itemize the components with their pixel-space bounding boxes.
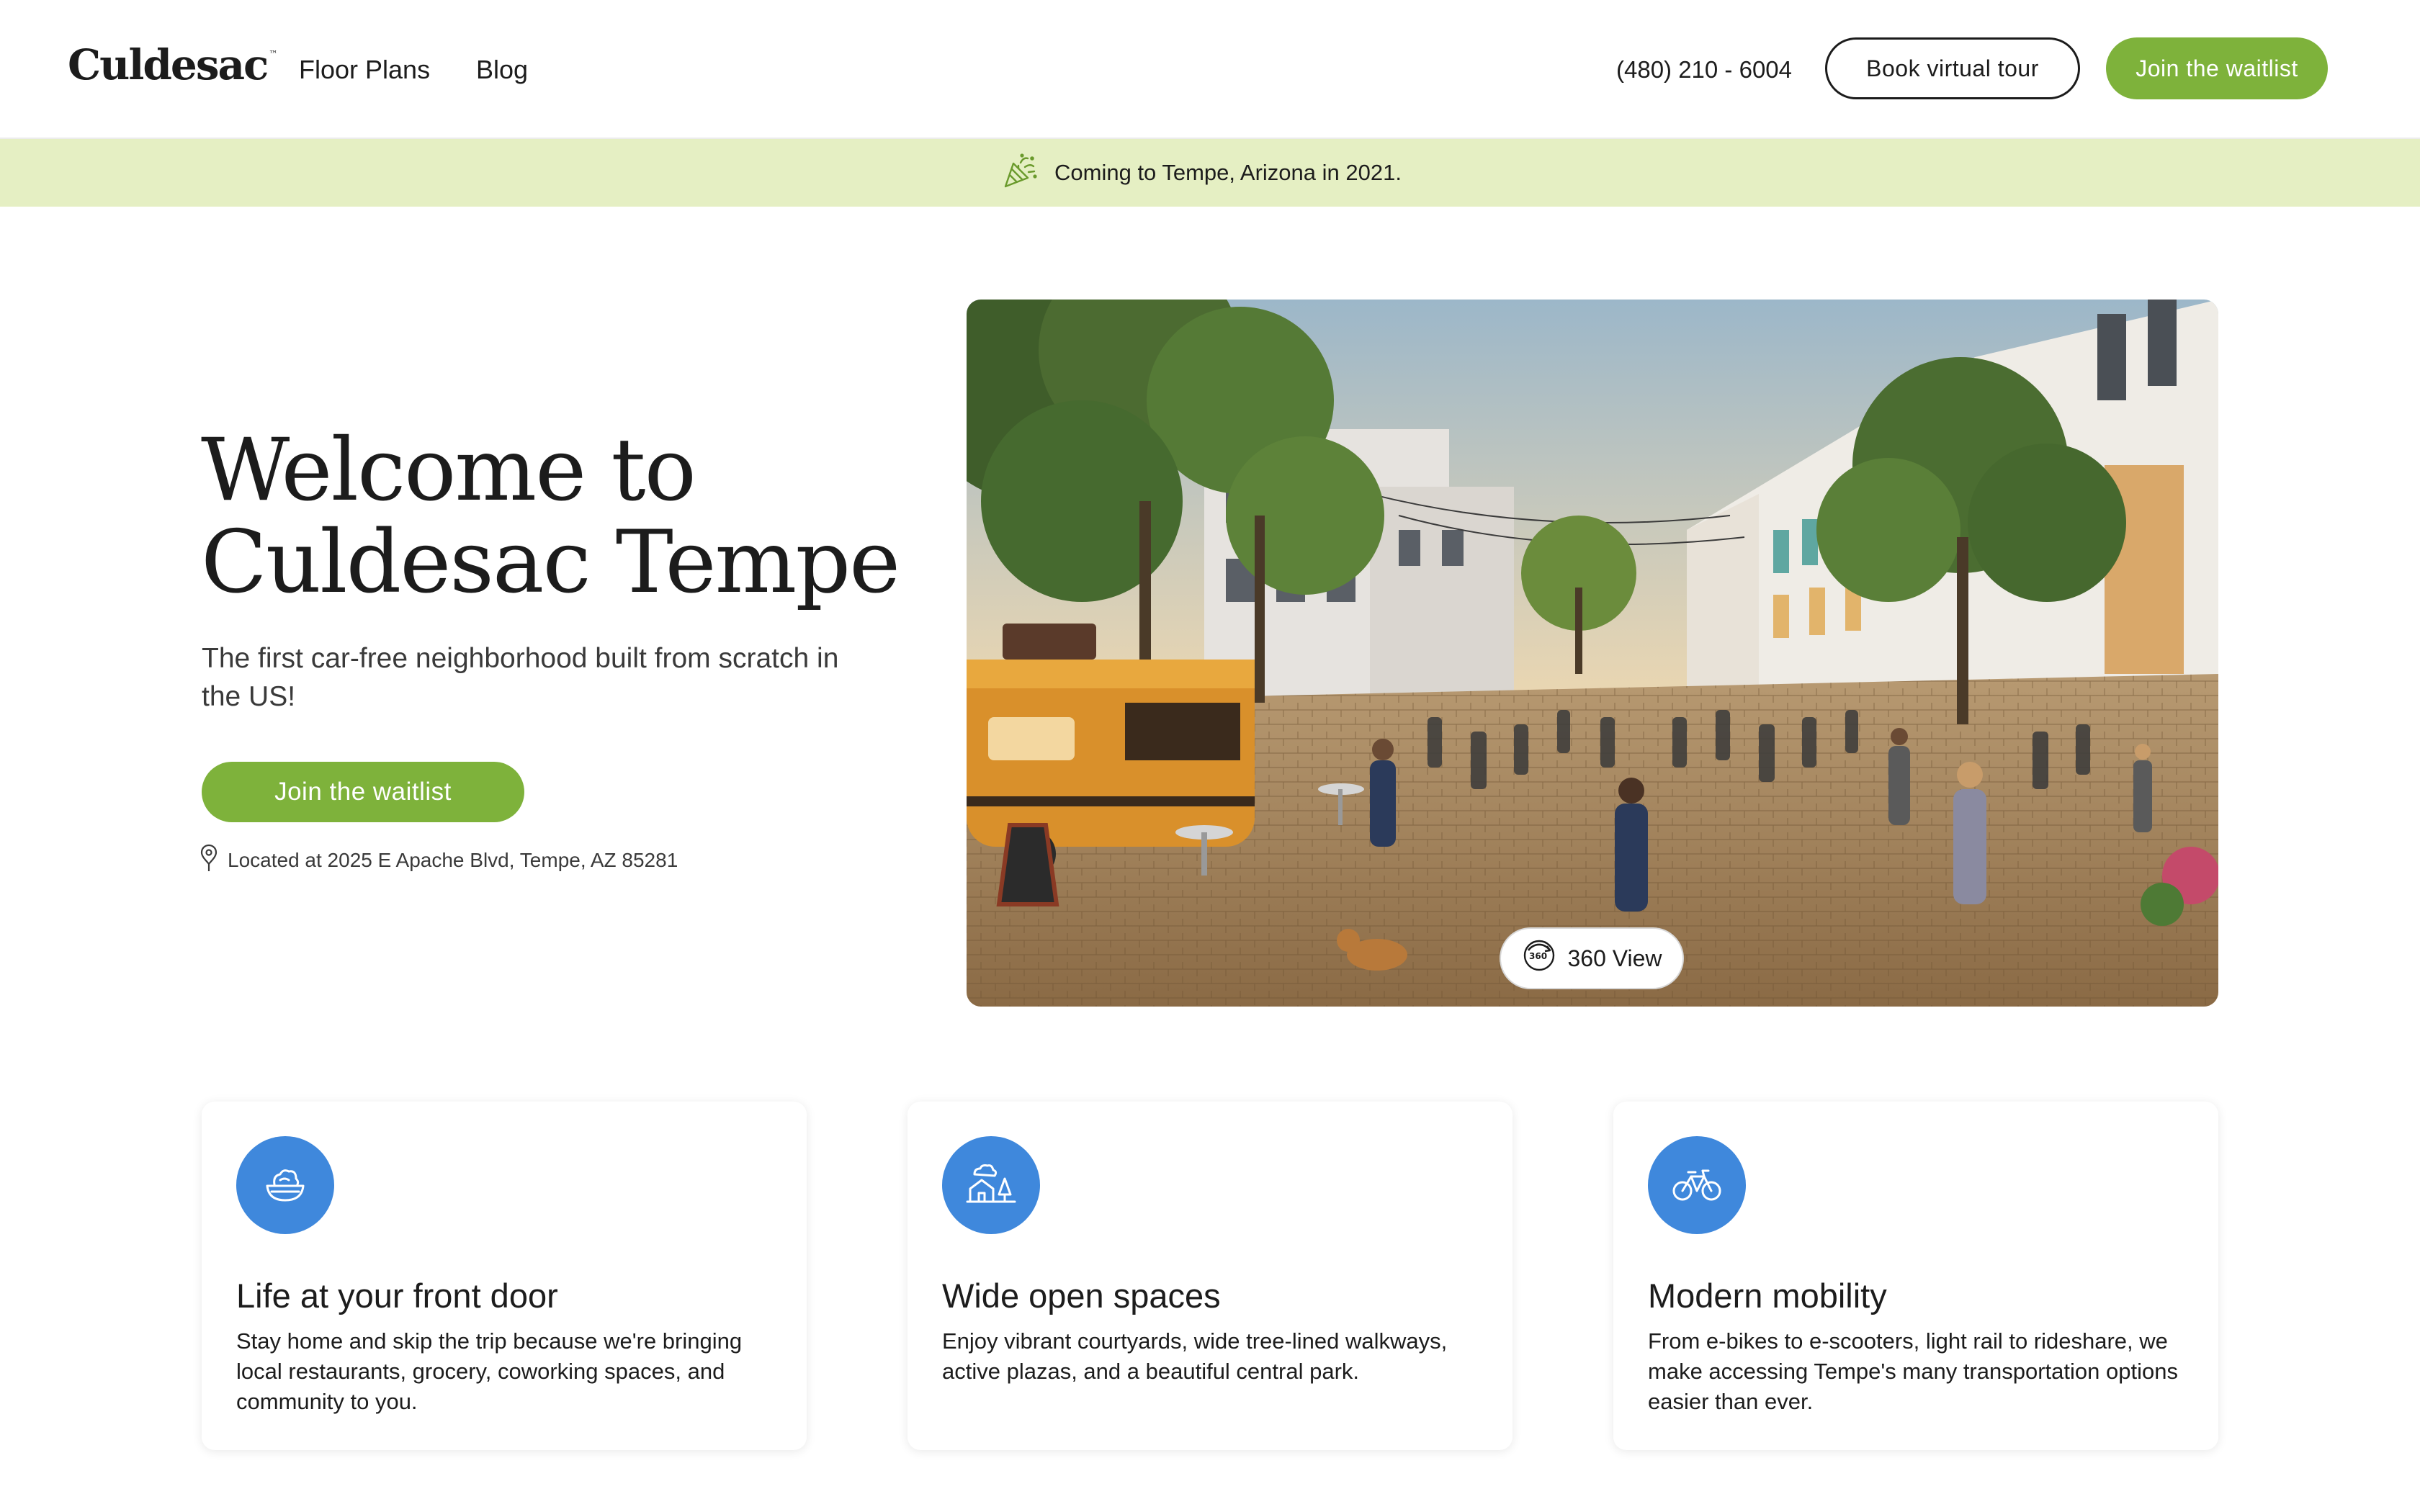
nav-blog[interactable]: Blog bbox=[476, 55, 528, 85]
house-tree-icon bbox=[942, 1136, 1040, 1234]
svg-text:360: 360 bbox=[1529, 951, 1547, 961]
feature-description: Enjoy vibrant courtyards, wide tree-line… bbox=[942, 1328, 1448, 1384]
map-pin-icon bbox=[200, 844, 218, 876]
360-view-label: 360 View bbox=[1567, 945, 1662, 971]
location-info: Located at 2025 E Apache Blvd, Tempe, AZ… bbox=[200, 844, 678, 876]
feature-title: Modern mobility bbox=[1648, 1277, 1887, 1315]
feature-card-front-door: Life at your front door Stay home and sk… bbox=[202, 1102, 807, 1450]
rotate-360-icon: 360 bbox=[1521, 937, 1557, 979]
logo-text: Culdesac bbox=[68, 40, 269, 89]
feature-title: Wide open spaces bbox=[942, 1277, 1221, 1315]
announcement-banner: Coming to Tempe, Arizona in 2021. bbox=[0, 139, 2420, 207]
page-title-line-2: Culdesac Tempe bbox=[201, 513, 900, 613]
feature-title: Life at your front door bbox=[236, 1277, 558, 1315]
bicycle-icon bbox=[1648, 1136, 1746, 1234]
page-title: Welcome to Culdesac Tempe bbox=[201, 425, 921, 609]
phone-number-link[interactable]: (480) 210 - 6004 bbox=[1616, 56, 1792, 84]
banner-text: Coming to Tempe, Arizona in 2021. bbox=[1054, 160, 1402, 185]
food-bowl-icon bbox=[236, 1136, 334, 1234]
culdesac-logo[interactable]: Culdesac ™ bbox=[68, 40, 277, 89]
nav-floor-plans[interactable]: Floor Plans bbox=[299, 55, 430, 85]
hero-subtitle: The first car-free neighborhood built fr… bbox=[202, 643, 839, 712]
logo-trademark: ™ bbox=[269, 49, 278, 59]
360-view-button[interactable]: 360 360 View bbox=[1500, 927, 1684, 989]
page-title-line-1: Welcome to bbox=[201, 420, 696, 521]
location-text: Located at 2025 E Apache Blvd, Tempe, AZ… bbox=[228, 848, 678, 871]
party-popper-icon bbox=[1001, 153, 1039, 194]
join-waitlist-hero-button[interactable]: Join the waitlist bbox=[202, 762, 524, 822]
feature-description: From e-bikes to e-scooters, light rail t… bbox=[1648, 1328, 2178, 1414]
book-virtual-tour-button[interactable]: Book virtual tour bbox=[1825, 37, 2080, 99]
site-header: Culdesac ™ Floor Plans Blog (480) 210 - 6… bbox=[0, 0, 2420, 139]
join-waitlist-header-button[interactable]: Join the waitlist bbox=[2106, 37, 2328, 99]
feature-card-mobility: Modern mobility From e-bikes to e-scoote… bbox=[1613, 1102, 2218, 1450]
feature-card-open-spaces: Wide open spaces Enjoy vibrant courtyard… bbox=[908, 1102, 1512, 1450]
feature-description: Stay home and skip the trip because we'r… bbox=[236, 1328, 743, 1414]
hero-rendering-image[interactable] bbox=[967, 300, 2218, 1007]
